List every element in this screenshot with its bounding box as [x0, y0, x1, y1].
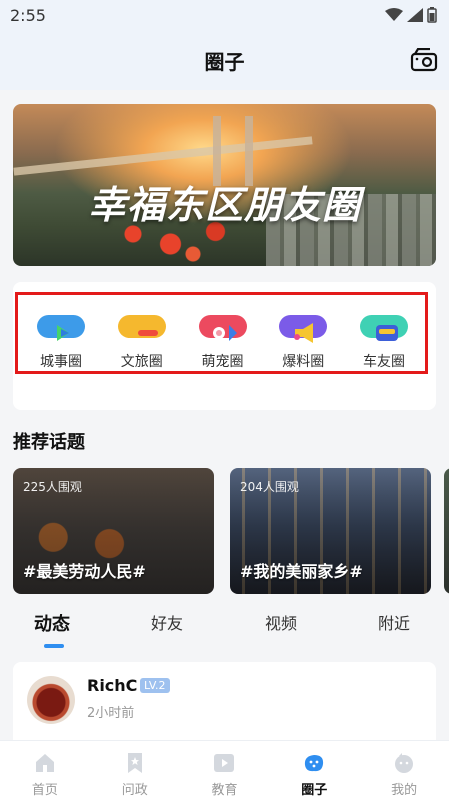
circle-label: 车友圈 — [363, 354, 405, 370]
circle-item-news-tip[interactable]: 爆料圈 — [268, 295, 338, 371]
status-time: 2:55 — [10, 5, 46, 25]
bookmark-star-icon — [127, 753, 142, 773]
megaphone-icon — [279, 315, 328, 343]
circle-item-travel[interactable]: 文旅圈 — [107, 295, 177, 371]
bottom-nav: 首页 问政 教育 圈子 我的 — [0, 740, 449, 806]
circle-item-car[interactable]: 车友圈 — [349, 295, 419, 371]
circle-blob-icon — [305, 755, 324, 772]
nav-item-politics[interactable]: 问政 — [90, 741, 180, 806]
wifi-icon — [385, 8, 403, 21]
nav-label: 首页 — [31, 783, 58, 798]
profile-icon — [395, 753, 414, 773]
signal-icon — [407, 8, 423, 22]
nav-label: 我的 — [391, 783, 418, 798]
car-circle-icon — [360, 315, 408, 341]
travel-circle-icon — [117, 315, 166, 338]
circle-categories-row: 城事圈 文旅圈 萌宠圈 爆料圈 车友圈 — [15, 292, 428, 374]
topic-name: #我的美丽家乡# — [240, 562, 363, 581]
circle-label: 城事圈 — [40, 354, 82, 370]
nav-item-education[interactable]: 教育 — [180, 741, 270, 806]
nav-item-circles[interactable]: 圈子 — [269, 741, 359, 806]
play-icon — [214, 754, 235, 772]
active-tab-indicator — [44, 644, 64, 648]
nav-label: 问政 — [121, 783, 148, 798]
topic-viewers: 225人围观 — [23, 480, 82, 494]
home-icon — [35, 754, 54, 772]
topic-name: #最美劳动人民# — [23, 562, 146, 581]
post-username[interactable]: RichC — [87, 676, 137, 695]
circle-item-pet[interactable]: 萌宠圈 — [188, 295, 258, 371]
tab-nearby[interactable]: 附近 — [378, 610, 410, 634]
topic-card-partial[interactable] — [444, 468, 449, 594]
post-time: 2小时前 — [87, 706, 135, 721]
feed-tabs: 动态 好友 视频 附近 — [0, 600, 449, 650]
avatar[interactable] — [27, 676, 75, 724]
tab-feed[interactable]: 动态 — [34, 610, 70, 636]
city-circle-icon — [37, 315, 85, 341]
topic-viewers: 204人围观 — [240, 480, 299, 494]
battery-icon — [427, 7, 437, 23]
banner-title: 幸福东区朋友圈 — [87, 182, 361, 227]
circle-label: 萌宠圈 — [201, 354, 244, 370]
level-badge: LV.2 — [140, 678, 170, 693]
recommended-topics-title: 推荐话题 — [13, 432, 85, 453]
circle-item-city[interactable]: 城事圈 — [26, 295, 96, 371]
banner[interactable]: 幸福东区朋友圈 — [13, 104, 436, 266]
pet-circle-icon — [198, 315, 247, 341]
tab-video[interactable]: 视频 — [265, 610, 297, 634]
nav-label: 教育 — [211, 783, 238, 798]
circle-categories-card: 城事圈 文旅圈 萌宠圈 爆料圈 车友圈 — [13, 282, 436, 410]
page-title: 圈子 — [204, 49, 245, 74]
nav-item-profile[interactable]: 我的 — [359, 741, 449, 806]
topic-card[interactable]: 225人围观 #最美劳动人民# — [13, 468, 214, 594]
nav-item-home[interactable]: 首页 — [0, 741, 90, 806]
tab-friends[interactable]: 好友 — [151, 610, 183, 634]
top-bar: 圈子 — [0, 30, 449, 90]
nav-label: 圈子 — [301, 783, 328, 798]
banner-bridge — [13, 136, 313, 176]
circle-label: 爆料圈 — [282, 354, 325, 370]
circle-label: 文旅圈 — [120, 354, 163, 370]
camera-icon[interactable] — [409, 46, 439, 74]
status-bar: 2:55 — [0, 0, 449, 30]
topic-card[interactable]: 204人围观 #我的美丽家乡# — [230, 468, 431, 594]
